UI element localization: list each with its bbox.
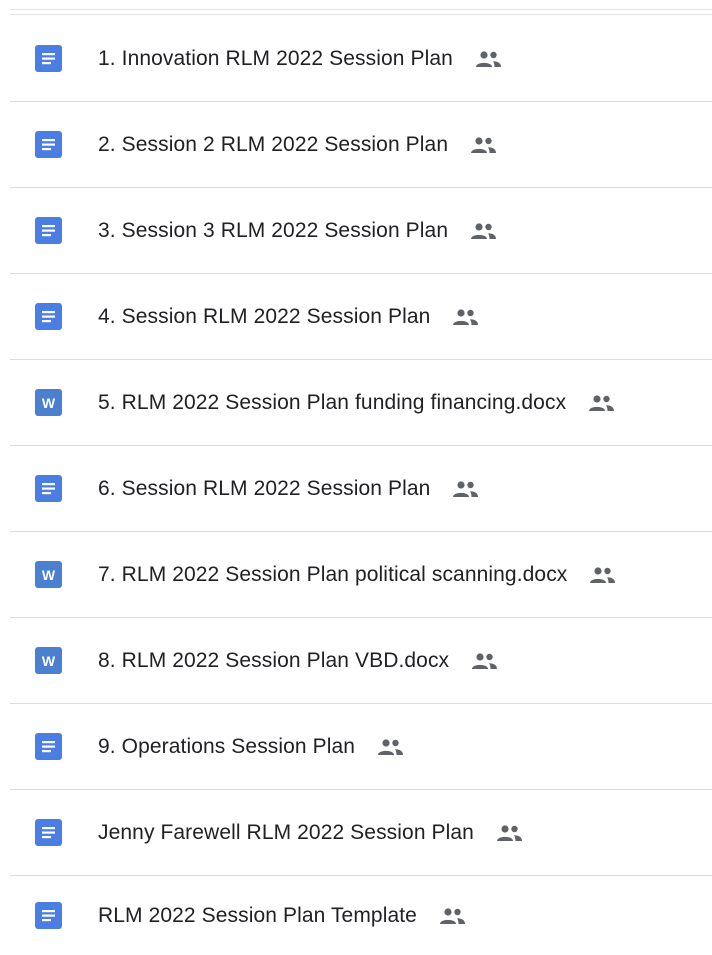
google-docs-icon bbox=[35, 217, 62, 244]
shared-people-icon bbox=[472, 652, 498, 669]
word-docx-icon: W bbox=[35, 561, 62, 588]
file-name: 1. Innovation RLM 2022 Session Plan bbox=[98, 46, 453, 70]
file-row[interactable]: 9. Operations Session Plan bbox=[10, 704, 712, 790]
google-docs-icon bbox=[35, 303, 62, 330]
file-name: 7. RLM 2022 Session Plan political scann… bbox=[98, 562, 568, 586]
google-docs-icon bbox=[35, 819, 62, 846]
shared-people-icon bbox=[453, 308, 479, 325]
file-row[interactable]: Jenny Farewell RLM 2022 Session Plan bbox=[10, 790, 712, 876]
file-list: 1. Innovation RLM 2022 Session Plan 2. S… bbox=[0, 0, 712, 955]
file-name: 6. Session RLM 2022 Session Plan bbox=[98, 476, 431, 500]
google-docs-icon bbox=[35, 45, 62, 72]
file-row[interactable]: W 5. RLM 2022 Session Plan funding finan… bbox=[10, 360, 712, 446]
shared-people-icon bbox=[471, 136, 497, 153]
word-docx-icon: W bbox=[35, 647, 62, 674]
file-row[interactable]: W 8. RLM 2022 Session Plan VBD.docx bbox=[10, 618, 712, 704]
file-row[interactable]: 1. Innovation RLM 2022 Session Plan bbox=[10, 16, 712, 102]
shared-people-icon bbox=[378, 738, 404, 755]
google-docs-icon bbox=[35, 475, 62, 502]
file-row[interactable]: W 7. RLM 2022 Session Plan political sca… bbox=[10, 532, 712, 618]
google-docs-icon bbox=[35, 131, 62, 158]
shared-people-icon bbox=[453, 480, 479, 497]
top-divider-2 bbox=[10, 14, 712, 15]
file-name: 4. Session RLM 2022 Session Plan bbox=[98, 304, 431, 328]
shared-people-icon bbox=[589, 394, 615, 411]
google-docs-icon bbox=[35, 902, 62, 929]
file-name: 9. Operations Session Plan bbox=[98, 734, 356, 758]
file-row[interactable]: 2. Session 2 RLM 2022 Session Plan bbox=[10, 102, 712, 188]
file-name: 8. RLM 2022 Session Plan VBD.docx bbox=[98, 648, 450, 672]
file-name: 5. RLM 2022 Session Plan funding financi… bbox=[98, 390, 567, 414]
word-docx-icon: W bbox=[35, 389, 62, 416]
google-docs-icon bbox=[35, 733, 62, 760]
shared-people-icon bbox=[439, 907, 465, 924]
shared-people-icon bbox=[475, 50, 501, 67]
file-name: 3. Session 3 RLM 2022 Session Plan bbox=[98, 218, 449, 242]
shared-people-icon bbox=[590, 566, 616, 583]
shared-people-icon bbox=[496, 824, 522, 841]
top-divider bbox=[10, 9, 712, 10]
file-row[interactable]: RLM 2022 Session Plan Template bbox=[10, 876, 712, 955]
file-row[interactable]: 4. Session RLM 2022 Session Plan bbox=[10, 274, 712, 360]
shared-people-icon bbox=[471, 222, 497, 239]
file-name: 2. Session 2 RLM 2022 Session Plan bbox=[98, 132, 449, 156]
file-name: RLM 2022 Session Plan Template bbox=[98, 903, 417, 927]
file-row[interactable]: 6. Session RLM 2022 Session Plan bbox=[10, 446, 712, 532]
file-row[interactable]: 3. Session 3 RLM 2022 Session Plan bbox=[10, 188, 712, 274]
file-name: Jenny Farewell RLM 2022 Session Plan bbox=[98, 820, 474, 844]
